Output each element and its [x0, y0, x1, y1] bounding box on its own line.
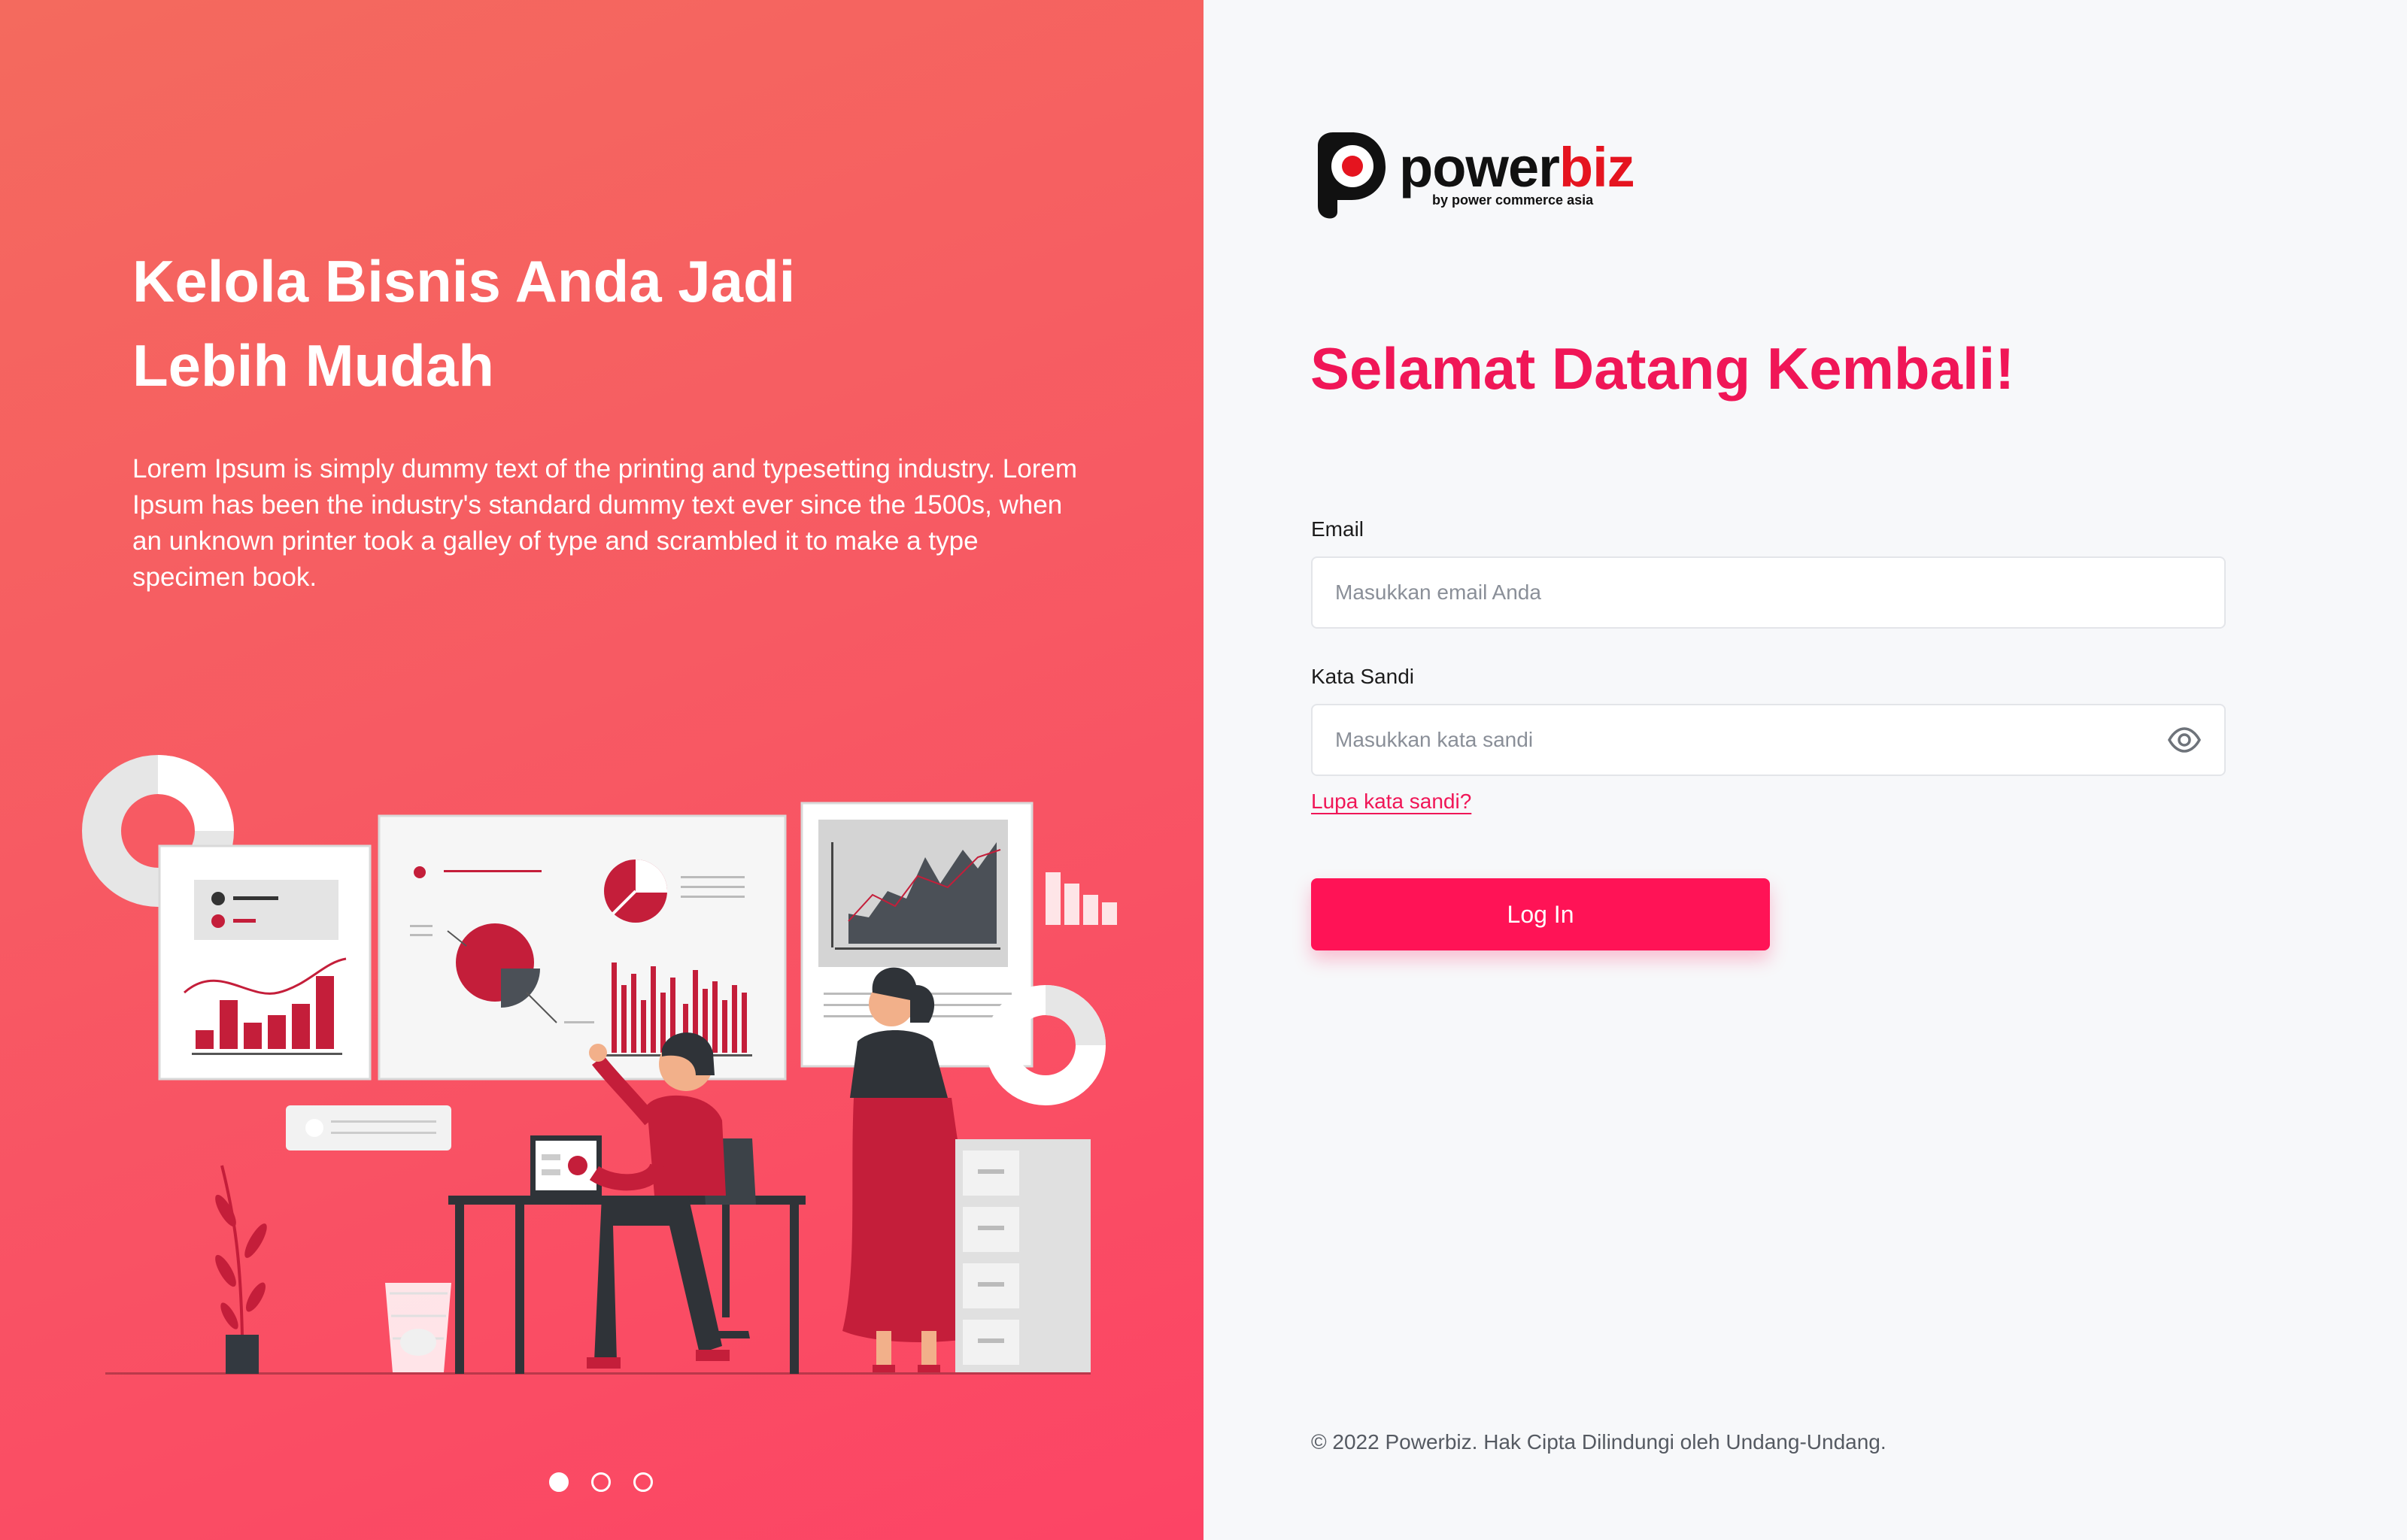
welcome-heading: Selamat Datang Kembali!: [1310, 335, 2015, 402]
logo-word-biz: biz: [1559, 136, 1635, 199]
promo-panel: Kelola Bisnis Anda Jadi Lebih Mudah Lore…: [0, 0, 1204, 1540]
email-label: Email: [1311, 517, 1364, 541]
powerbiz-logo-icon: [1318, 132, 1386, 219]
carousel-dot-2[interactable]: [591, 1472, 611, 1492]
man-illustration: [587, 1032, 756, 1369]
donut-chart-right-illustration: [985, 985, 1106, 1105]
bar-decoration-illustration: [1046, 872, 1117, 925]
hero-title: Kelola Bisnis Anda Jadi Lebih Mudah: [132, 239, 960, 408]
carousel-indicators: [549, 1472, 653, 1492]
carousel-dot-3[interactable]: [633, 1472, 653, 1492]
carousel-dot-1[interactable]: [549, 1472, 569, 1492]
login-button[interactable]: Log In: [1311, 878, 1770, 950]
trash-bin-illustration: [385, 1283, 451, 1372]
footer-copyright: © 2022 Powerbiz. Hak Cipta Dilindungi ol…: [1311, 1430, 1886, 1454]
file-cabinet-illustration: [955, 1139, 1091, 1372]
email-input[interactable]: [1311, 556, 2226, 629]
hero-title-line-1: Kelola Bisnis Anda Jadi: [132, 248, 796, 314]
chart-card-center-illustration: [378, 814, 787, 1081]
hero-title-line-2: Lebih Mudah: [132, 332, 494, 399]
analytics-illustration: [82, 755, 1117, 1375]
eye-icon[interactable]: [2166, 722, 2202, 758]
forgot-password-link[interactable]: Lupa kata sandi?: [1311, 790, 1471, 814]
password-input[interactable]: [1311, 704, 2226, 776]
powerbiz-logo: powerbiz by power commerce asia: [1310, 131, 1635, 220]
hero-description: Lorem Ipsum is simply dummy text of the …: [132, 454, 1078, 592]
slider-decoration-illustration: [286, 1105, 451, 1150]
chart-card-left-illustration: [158, 844, 372, 1081]
plant-illustration: [215, 1165, 267, 1374]
password-label: Kata Sandi: [1311, 665, 1414, 688]
login-panel: powerbiz by power commerce asia Selamat …: [1204, 0, 2407, 1540]
logo-word-power: power: [1399, 136, 1560, 199]
